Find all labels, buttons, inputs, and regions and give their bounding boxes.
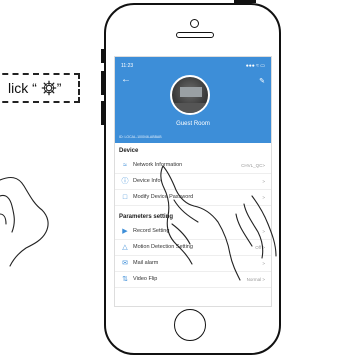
hand-illustrations — [0, 165, 277, 281]
right-hand — [251, 195, 277, 257]
center-hand — [162, 165, 241, 281]
left-hand — [0, 176, 49, 267]
